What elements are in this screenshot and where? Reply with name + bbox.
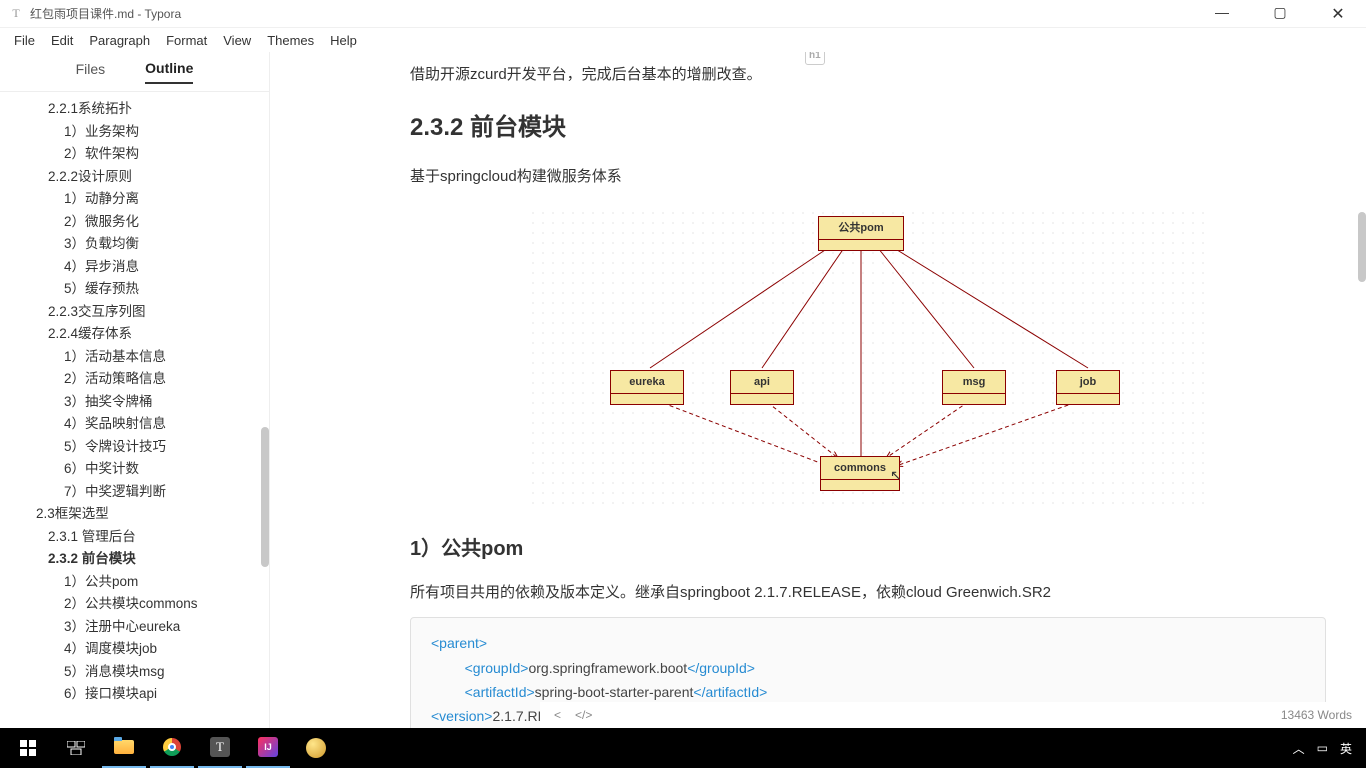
sidebar-tabs: Files Outline [0, 52, 269, 92]
outline-item[interactable]: 3）注册中心eureka [0, 616, 269, 639]
app-circle-icon [306, 738, 326, 758]
outline-list: 2.2.1系统拓扑1）业务架构2）软件架构2.2.2设计原则1）动静分离2）微服… [0, 92, 269, 728]
status-bar: < </> 13463 Words [540, 702, 1366, 728]
menu-bar: File Edit Paragraph Format View Themes H… [0, 28, 1366, 52]
window-title: 红包雨项目课件.md - Typora [30, 5, 1202, 22]
tray-ime-lang[interactable]: 英 [1340, 740, 1352, 757]
sidebar-scrollbar[interactable] [261, 427, 269, 567]
architecture-diagram: 公共pom eureka api msg job commons ↖ [528, 208, 1208, 508]
intro-paragraph: 借助开源zcurd开发平台，完成后台基本的增删改查。 [410, 62, 1326, 88]
menu-file[interactable]: File [6, 31, 43, 50]
intellij-icon: IJ [258, 737, 278, 757]
outline-item[interactable]: 2.3.1 管理后台 [0, 526, 269, 549]
outline-item[interactable]: 2.2.3交互序列图 [0, 301, 269, 324]
outline-item[interactable]: 5）消息模块msg [0, 661, 269, 684]
diagram-box-pom: 公共pom [818, 216, 904, 252]
diagram-box-eureka: eureka [610, 370, 684, 406]
tray-chevron-icon[interactable]: ︿ [1293, 740, 1305, 757]
outline-item[interactable]: 4）奖品映射信息 [0, 413, 269, 436]
outline-item[interactable]: 2）微服务化 [0, 211, 269, 234]
outline-item[interactable]: 2.2.4缓存体系 [0, 323, 269, 346]
outline-item[interactable]: 2）公共模块commons [0, 593, 269, 616]
outline-item[interactable]: 2）活动策略信息 [0, 368, 269, 391]
outline-item[interactable]: 6）接口模块api [0, 683, 269, 706]
system-tray: ︿ ▭ 英 [1293, 740, 1360, 757]
outline-item[interactable]: 1）业务架构 [0, 121, 269, 144]
heading-232: h12.3.2 前台模块 [410, 108, 1326, 149]
window-controls: ― ▢ ✕ [1202, 4, 1358, 24]
start-button[interactable] [6, 728, 50, 768]
diagram-box-commons: commons [820, 456, 900, 492]
sidebar: Files Outline 2.2.1系统拓扑1）业务架构2）软件架构2.2.2… [0, 52, 270, 728]
outline-item[interactable]: 5）令牌设计技巧 [0, 436, 269, 459]
editor-content[interactable]: 借助开源zcurd开发平台，完成后台基本的增删改查。 h12.3.2 前台模块 … [270, 52, 1366, 728]
diagram-box-api: api [730, 370, 794, 406]
chrome-icon [163, 738, 181, 756]
heading-badge: h1 [805, 52, 825, 65]
folder-icon [114, 740, 134, 754]
outline-item[interactable]: 4）异步消息 [0, 256, 269, 279]
maximize-button[interactable]: ▢ [1260, 4, 1300, 24]
tab-outline[interactable]: Outline [145, 60, 193, 84]
taskbar-app[interactable] [294, 728, 338, 768]
outline-item[interactable]: 7）中奖逻辑判断 [0, 481, 269, 504]
menu-paragraph[interactable]: Paragraph [81, 31, 158, 50]
main-area: Files Outline 2.2.1系统拓扑1）业务架构2）软件架构2.2.2… [0, 52, 1366, 728]
menu-themes[interactable]: Themes [259, 31, 322, 50]
menu-format[interactable]: Format [158, 31, 215, 50]
outline-item[interactable]: 4）调度模块job [0, 638, 269, 661]
menu-help[interactable]: Help [322, 31, 365, 50]
minimize-button[interactable]: ― [1202, 4, 1242, 24]
source-mode-button[interactable]: </> [575, 708, 592, 722]
typora-icon: T [210, 737, 230, 757]
heading-pom: 1）公共pom [410, 532, 1326, 566]
windows-taskbar: T IJ ︿ ▭ 英 [0, 728, 1366, 768]
close-button[interactable]: ✕ [1318, 4, 1358, 24]
outline-item[interactable]: 6）中奖计数 [0, 458, 269, 481]
title-bar: T 红包雨项目课件.md - Typora ― ▢ ✕ [0, 0, 1366, 28]
tray-ime-toggle[interactable]: ▭ [1317, 741, 1328, 755]
taskbar-typora[interactable]: T [198, 728, 242, 768]
outline-item[interactable]: 2）软件架构 [0, 143, 269, 166]
editor: 借助开源zcurd开发平台，完成后台基本的增删改查。 h12.3.2 前台模块 … [270, 52, 1366, 728]
taskbar-chrome[interactable] [150, 728, 194, 768]
app-icon: T [8, 6, 24, 22]
tab-files[interactable]: Files [76, 61, 106, 83]
outline-item[interactable]: 2.2.2设计原则 [0, 166, 269, 189]
outline-item[interactable]: 2.3框架选型 [0, 503, 269, 526]
outline-item[interactable]: 1）公共pom [0, 571, 269, 594]
p-springcloud: 基于springcloud构建微服务体系 [410, 164, 1326, 190]
diagram-box-job: job [1056, 370, 1120, 406]
outline-item[interactable]: 3）负载均衡 [0, 233, 269, 256]
p-pom-desc: 所有项目共用的依赖及版本定义。继承自springboot 2.1.7.RELEA… [410, 580, 1326, 606]
taskbar-intellij[interactable]: IJ [246, 728, 290, 768]
toggle-sidebar-button[interactable]: < [554, 708, 561, 722]
menu-view[interactable]: View [215, 31, 259, 50]
cursor-icon: ↖ [890, 464, 902, 488]
task-view-button[interactable] [54, 728, 98, 768]
outline-item[interactable]: 2.2.1系统拓扑 [0, 98, 269, 121]
outline-item[interactable]: 5）缓存预热 [0, 278, 269, 301]
editor-scrollbar[interactable] [1358, 212, 1366, 282]
taskbar-explorer[interactable] [102, 728, 146, 768]
diagram-box-msg: msg [942, 370, 1006, 406]
outline-item[interactable]: 1）活动基本信息 [0, 346, 269, 369]
word-count[interactable]: 13463 Words [1281, 708, 1352, 722]
outline-item[interactable]: 2.3.2 前台模块 [0, 548, 269, 571]
menu-edit[interactable]: Edit [43, 31, 81, 50]
outline-item[interactable]: 1）动静分离 [0, 188, 269, 211]
outline-item[interactable]: 3）抽奖令牌桶 [0, 391, 269, 414]
